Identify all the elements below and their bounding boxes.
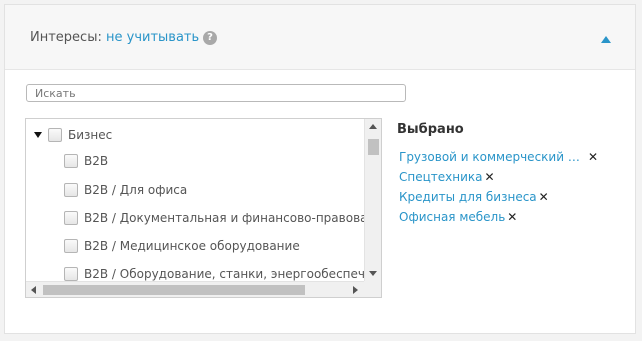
tree-node-label: B2B [84, 154, 109, 168]
selected-item: Кредиты для бизнеса ✕ [399, 190, 549, 204]
help-icon[interactable]: ? [203, 31, 217, 45]
remove-icon[interactable]: ✕ [507, 210, 517, 224]
tree-node-root[interactable]: Бизнес [34, 125, 112, 145]
selected-item-link[interactable]: Кредиты для бизнеса [399, 190, 537, 204]
panel-header[interactable]: Интересы: не учитывать ? [5, 5, 635, 70]
selected-item-link[interactable]: Спецтехника [399, 170, 483, 184]
interests-label: Интересы: [30, 30, 102, 45]
tree-node[interactable]: B2B [64, 151, 108, 171]
search-input[interactable] [26, 84, 406, 102]
selected-item: Грузовой и коммерческий авто ✕ [399, 150, 598, 164]
tree-node-label: B2B / Оборудование, станки, энергообеспе… [84, 267, 364, 281]
selected-item: Офисная мебель ✕ [399, 210, 517, 224]
horizontal-scrollbar[interactable] [26, 281, 364, 297]
checkbox[interactable] [64, 211, 78, 225]
scroll-up-arrow-icon[interactable] [369, 124, 377, 129]
category-tree: Бизнес B2B B2B / Для офиса B2B / Докумен… [25, 118, 382, 298]
remove-icon[interactable]: ✕ [539, 190, 549, 204]
selected-item-link[interactable]: Грузовой и коммерческий авто [399, 150, 582, 164]
collapse-chevron-icon[interactable] [601, 36, 611, 43]
expand-toggle-icon[interactable] [34, 132, 42, 138]
tree-node[interactable]: B2B / Документальная и финансово-правова… [64, 208, 364, 228]
horizontal-scroll-thumb[interactable] [43, 285, 305, 295]
remove-icon[interactable]: ✕ [588, 150, 598, 164]
tree-node-label: B2B / Медицинское оборудование [84, 239, 300, 253]
tree-node[interactable]: B2B / Оборудование, станки, энергообеспе… [64, 264, 364, 282]
scroll-right-arrow-icon[interactable] [353, 286, 358, 294]
checkbox[interactable] [64, 239, 78, 253]
remove-icon[interactable]: ✕ [485, 170, 495, 184]
scroll-down-arrow-icon[interactable] [369, 271, 377, 276]
tree-node-label: B2B / Документальная и финансово-правова… [84, 211, 364, 225]
vertical-scroll-thumb[interactable] [368, 139, 379, 155]
tree-node[interactable]: B2B / Для офиса [64, 180, 187, 200]
tree-node-label: B2B / Для офиса [84, 183, 188, 197]
checkbox[interactable] [48, 128, 62, 142]
tree-node[interactable]: B2B / Медицинское оборудование [64, 236, 300, 256]
scroll-left-arrow-icon[interactable] [31, 286, 36, 294]
interests-value-link[interactable]: не учитывать [106, 30, 199, 45]
vertical-scrollbar[interactable] [364, 119, 381, 282]
selected-title: Выбрано [397, 122, 464, 137]
checkbox[interactable] [64, 183, 78, 197]
tree-viewport: Бизнес B2B B2B / Для офиса B2B / Докумен… [26, 119, 364, 282]
checkbox[interactable] [64, 154, 78, 168]
selected-item: Спецтехника ✕ [399, 170, 495, 184]
selected-item-link[interactable]: Офисная мебель [399, 210, 505, 224]
checkbox[interactable] [64, 267, 78, 281]
tree-node-label: Бизнес [68, 128, 113, 142]
scrollbar-corner [364, 281, 381, 297]
